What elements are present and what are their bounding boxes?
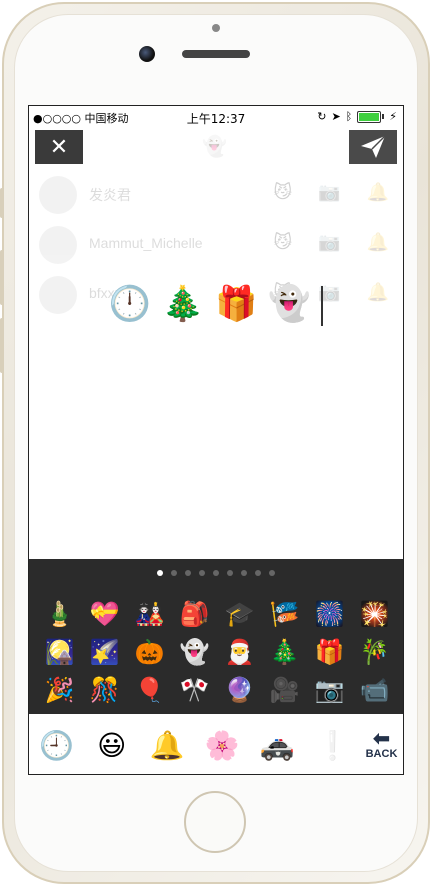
cat-icon: 😼: [273, 232, 293, 253]
camera-icon: 📷: [318, 182, 341, 203]
screen: ●○○○○ 中国移动 上午12:37 ↻ ➤ ᛒ ⚡ ✕ 👻 发炎君 😼 📷 🔔: [28, 105, 404, 775]
tab-symbols[interactable]: ❕: [310, 729, 354, 762]
emoji-key[interactable]: 🎊: [82, 671, 127, 709]
front-camera: [139, 46, 155, 62]
emoji-key[interactable]: 👻: [172, 633, 217, 671]
emoji-key[interactable]: 🎋: [352, 633, 397, 671]
battery-icon: [357, 110, 382, 123]
emoji-key[interactable]: 🎎: [127, 595, 172, 633]
close-button[interactable]: ✕: [35, 130, 83, 164]
emoji-key[interactable]: 🎒: [172, 595, 217, 633]
contact-icons: 😼 📷 🔔: [273, 232, 389, 253]
contact-row[interactable]: Mammut_Michelle 😼 📷 🔔: [29, 220, 403, 270]
emoji-key[interactable]: 📷: [307, 671, 352, 709]
page-dot[interactable]: [255, 570, 261, 576]
emoji-key[interactable]: 💝: [82, 595, 127, 633]
avatar: [39, 226, 77, 264]
ghost-emoji: 👻: [268, 284, 311, 324]
avatar: [39, 176, 77, 214]
tab-places[interactable]: 🚓: [255, 729, 299, 762]
close-icon: ✕: [49, 134, 69, 160]
tab-nature[interactable]: 🌸: [200, 729, 244, 762]
emoji-key[interactable]: 🎌: [172, 671, 217, 709]
bell-icon: 🔔: [366, 182, 389, 203]
status-bar: ●○○○○ 中国移动 上午12:37 ↻ ➤ ᛒ ⚡: [29, 106, 403, 128]
page-dot[interactable]: [199, 570, 205, 576]
tab-recent[interactable]: 🕘: [35, 729, 79, 762]
volume-up-button: [0, 250, 4, 305]
emoji-key[interactable]: 🎁: [307, 633, 352, 671]
battery-tip: [382, 114, 385, 119]
paper-plane-icon: [361, 135, 386, 158]
emoji-key[interactable]: 🎃: [127, 633, 172, 671]
proximity-sensor: [212, 24, 220, 32]
emoji-key[interactable]: 🎈: [127, 671, 172, 709]
contact-row[interactable]: 发炎君 😼 📷 🔔: [29, 170, 403, 220]
emoji-grid: 🎍 💝 🎎 🎒 🎓 🎏 🎆 🎇 🎑 🌠 🎃 👻 🎅 🎄 🎁 🎋 🎉 🎊 🎈 🎌 🔮 🎥 📷 📹: [37, 595, 397, 709]
emoji-key[interactable]: 🎑: [37, 633, 82, 671]
emoji-key[interactable]: 📹: [352, 671, 397, 709]
back-label: BACK: [365, 748, 398, 760]
charging-icon: ⚡: [389, 110, 397, 123]
page-dot[interactable]: [171, 570, 177, 576]
clock-emoji: 🕛: [108, 284, 152, 324]
emoji-key[interactable]: 🎄: [262, 633, 307, 671]
page-dot[interactable]: [185, 570, 191, 576]
emoji-key[interactable]: 🎅: [217, 633, 262, 671]
christmas-tree-emoji: 🎄: [161, 284, 205, 324]
emoji-keyboard: 🎍 💝 🎎 🎒 🎓 🎏 🎆 🎇 🎑 🌠 🎃 👻 🎅 🎄 🎁 🎋 🎉 🎊 🎈 🎌 🔮 🎥 📷 📹: [29, 559, 403, 714]
tab-objects[interactable]: 🔔: [145, 729, 189, 762]
emoji-key[interactable]: 🎏: [262, 595, 307, 633]
back-arrow-icon: ⬅: [373, 728, 390, 750]
emoji-key[interactable]: 🎥: [262, 671, 307, 709]
contact-name: 发炎君: [89, 187, 131, 203]
mute-switch: [0, 188, 4, 218]
emoji-key[interactable]: 🔮: [217, 671, 262, 709]
page-dot[interactable]: [213, 570, 219, 576]
bell-icon: 🔔: [366, 232, 389, 253]
status-icons: ↻ ➤ ᛒ ⚡: [317, 110, 397, 123]
contact-icons: 😼 📷 🔔: [273, 182, 389, 203]
page-dot[interactable]: [241, 570, 247, 576]
emoji-key[interactable]: 🎍: [37, 595, 82, 633]
home-button[interactable]: [184, 791, 246, 853]
location-icon: ➤: [331, 110, 341, 123]
emoji-key[interactable]: 🌠: [82, 633, 127, 671]
rotation-lock-icon: ↻: [317, 110, 327, 123]
volume-down-button: [0, 318, 4, 373]
earpiece-speaker: [182, 50, 250, 58]
page-dot[interactable]: [157, 570, 163, 576]
send-button[interactable]: [349, 130, 397, 164]
page-indicator[interactable]: [29, 570, 403, 576]
text-cursor: [321, 285, 324, 326]
emoji-category-bar: 🕘 😃 🔔 🌸 🚓 ❕ ⬅ BACK: [29, 714, 403, 774]
header-ghost-icon: 👻: [202, 134, 227, 158]
emoji-key[interactable]: 🎉: [37, 671, 82, 709]
bluetooth-icon: ᛒ: [345, 110, 353, 123]
page-dot[interactable]: [269, 570, 275, 576]
camera-icon: 📷: [318, 232, 341, 253]
contact-name: Mammut_Michelle: [89, 235, 203, 251]
back-button[interactable]: ⬅ BACK: [365, 728, 398, 760]
emoji-key[interactable]: 🎓: [217, 595, 262, 633]
emoji-key[interactable]: 🎇: [352, 595, 397, 633]
tab-people[interactable]: 😃: [90, 729, 134, 762]
page-dot[interactable]: [227, 570, 233, 576]
cat-icon: 😼: [273, 182, 293, 203]
gift-emoji: 🎁: [215, 284, 258, 324]
compose-field[interactable]: 🕛 🎄 🎁 👻: [29, 284, 403, 326]
emoji-key[interactable]: 🎆: [307, 595, 352, 633]
